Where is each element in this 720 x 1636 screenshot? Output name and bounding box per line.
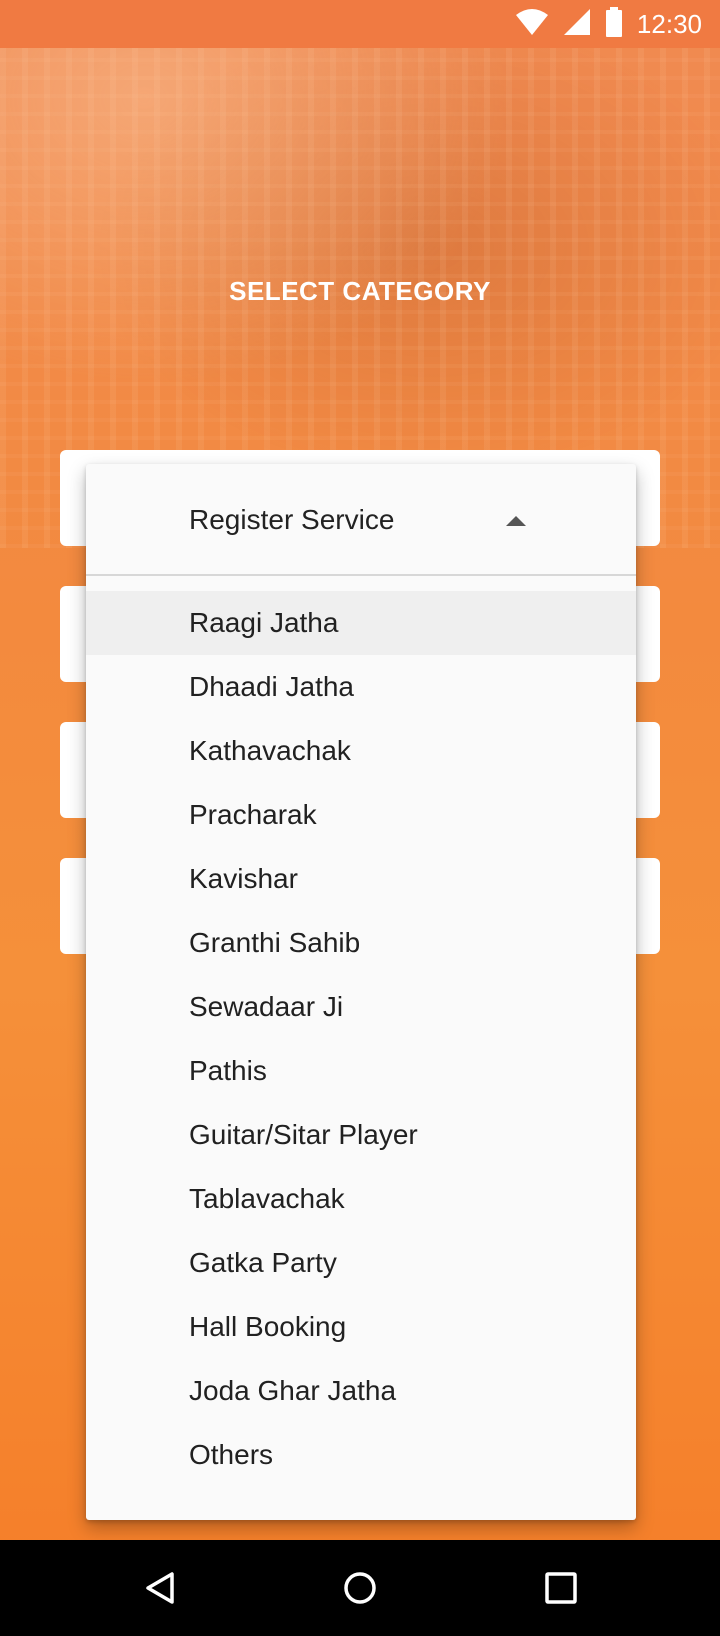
option-others[interactable]: Others	[86, 1423, 636, 1487]
option-pathis[interactable]: Pathis	[86, 1039, 636, 1103]
option-guitar-sitar-player[interactable]: Guitar/Sitar Player	[86, 1103, 636, 1167]
page-title: SELECT CATEGORY	[229, 276, 491, 306]
cellular-signal-icon	[563, 8, 591, 41]
option-hall-booking[interactable]: Hall Booking	[86, 1295, 636, 1359]
caret-up-icon[interactable]	[506, 516, 526, 526]
category-dropdown[interactable]: Register Service Raagi Jatha Dhaadi Jath…	[86, 464, 636, 1520]
home-icon[interactable]	[312, 1540, 408, 1636]
option-sewadaar-ji[interactable]: Sewadaar Ji	[86, 975, 636, 1039]
option-granthi-sahib[interactable]: Granthi Sahib	[86, 911, 636, 975]
option-pracharak[interactable]: Pracharak	[86, 783, 636, 847]
back-icon[interactable]	[112, 1540, 208, 1636]
navigation-bar	[0, 1540, 720, 1636]
status-time: 12:30	[636, 8, 702, 39]
status-bar: 12:30	[0, 0, 720, 48]
option-joda-ghar-jatha[interactable]: Joda Ghar Jatha	[86, 1359, 636, 1423]
option-dhaadi-jatha[interactable]: Dhaadi Jatha	[86, 655, 636, 719]
option-tablavachak[interactable]: Tablavachak	[86, 1167, 636, 1231]
option-kavishar[interactable]: Kavishar	[86, 847, 636, 911]
option-kathavachak[interactable]: Kathavachak	[86, 719, 636, 783]
battery-icon	[605, 6, 623, 42]
wifi-icon	[515, 8, 549, 41]
option-list: Raagi Jatha Dhaadi Jatha Kathavachak Pra…	[86, 591, 636, 1487]
status-icons: 12:30	[515, 0, 702, 48]
option-gatka-party[interactable]: Gatka Party	[86, 1231, 636, 1295]
dropdown-selected-value: Register Service	[189, 504, 395, 535]
screen: 12:30 SELECT CATEGORY Register Service R…	[0, 0, 720, 1636]
recents-icon[interactable]	[513, 1540, 609, 1636]
option-raagi-jatha[interactable]: Raagi Jatha	[86, 591, 636, 655]
dropdown-header[interactable]: Register Service	[86, 464, 636, 576]
